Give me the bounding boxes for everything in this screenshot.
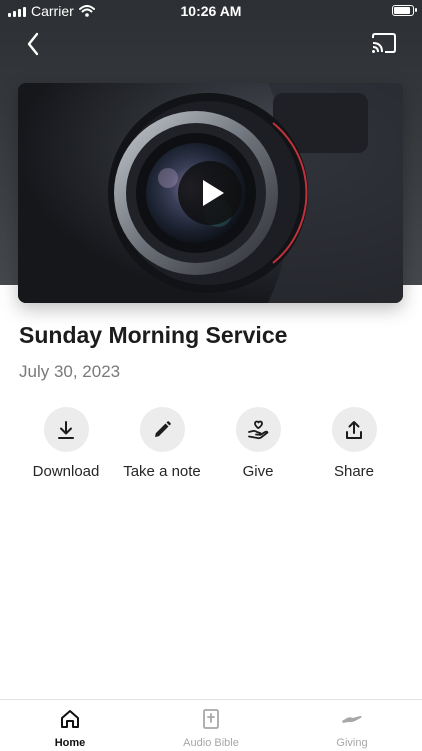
take-note-label: Take a note [123,463,201,480]
sermon-title: Sunday Morning Service [19,322,288,348]
share-circle[interactable] [331,407,377,452]
tab-bar: Home Audio Bible Giving [0,699,422,751]
pencil-icon [155,420,171,437]
status-bar: Carrier 10:26 AM [0,0,422,22]
take-note-circle[interactable] [139,407,185,452]
share-icon [346,420,362,439]
status-time: 10:26 AM [180,3,242,19]
cast-icon [372,33,396,53]
back-button[interactable] [20,30,48,58]
take-note-button[interactable]: Take a note [114,407,210,480]
give-circle[interactable] [235,407,281,452]
home-icon [61,710,79,728]
play-icon [203,180,224,206]
download-circle[interactable] [43,407,89,452]
download-label: Download [32,463,100,480]
play-button[interactable] [178,161,242,225]
download-button[interactable]: Download [18,407,114,480]
sermon-date: July 30, 2023 [19,362,121,381]
giving-hand-icon [342,715,362,723]
chevron-left-icon [27,32,39,56]
battery-icon [392,5,417,16]
share-label: Share [333,463,375,480]
tab-audio-bible-label: Audio Bible [183,737,239,749]
tab-home-label: Home [54,737,86,749]
bible-icon [203,709,219,729]
tab-giving[interactable]: Giving [282,700,422,749]
cast-button[interactable] [370,30,398,58]
video-thumbnail[interactable] [18,83,403,303]
action-row: Download Take a note Give Share [18,407,402,487]
give-button[interactable]: Give [210,407,306,480]
tab-home[interactable]: Home [0,700,140,749]
share-button[interactable]: Share [306,407,402,480]
heart-hand-icon [248,420,269,439]
download-icon [58,420,74,439]
give-label: Give [242,463,274,480]
tab-audio-bible[interactable]: Audio Bible [141,700,281,749]
tab-giving-label: Giving [336,737,368,749]
